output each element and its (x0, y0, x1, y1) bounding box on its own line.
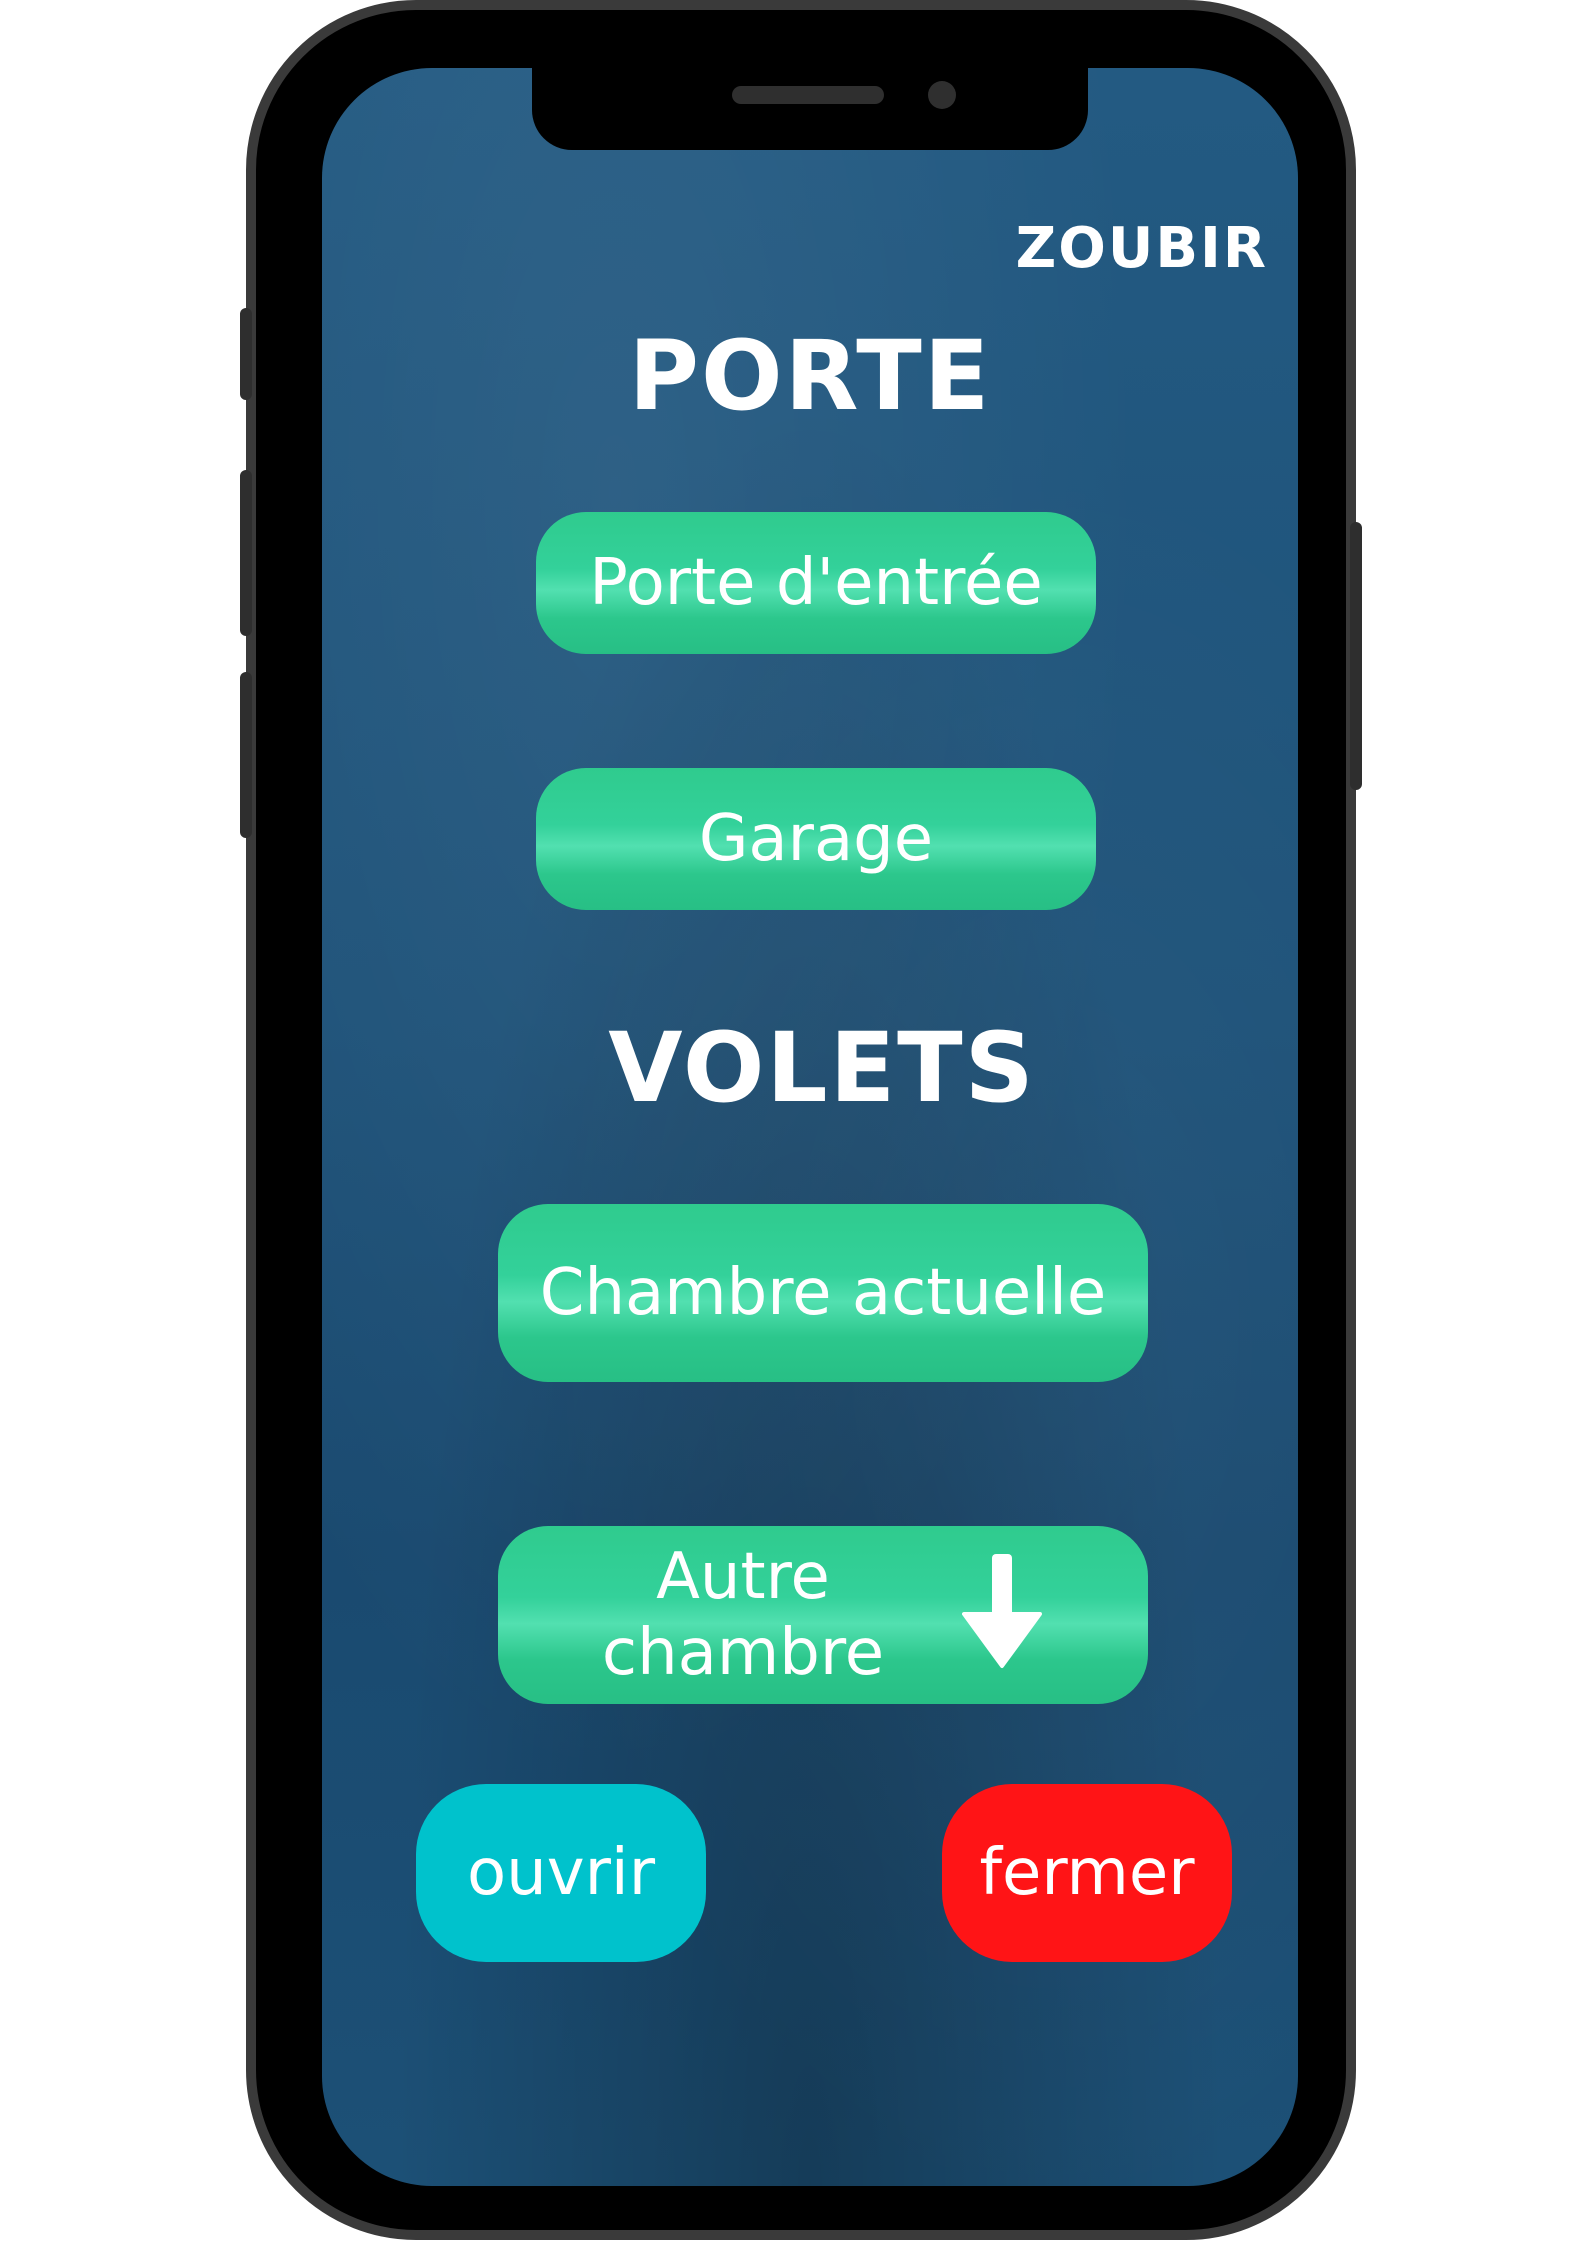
volume-down-button (240, 672, 252, 838)
speaker-grille (732, 86, 884, 104)
front-camera (928, 81, 956, 109)
other-room-line2: chambre (601, 1616, 885, 1690)
power-button (1350, 522, 1362, 790)
current-room-button[interactable]: Chambre actuelle (498, 1204, 1148, 1382)
porte-title: PORTE (628, 320, 992, 432)
volume-up-button (240, 470, 252, 636)
other-room-label: Autre chambre (598, 1539, 888, 1691)
close-button[interactable]: fermer (942, 1784, 1232, 1962)
other-room-line1: Autre (656, 1540, 830, 1614)
notch (532, 68, 1088, 150)
garage-button[interactable]: Garage (536, 768, 1096, 910)
silent-switch (240, 308, 252, 400)
open-button[interactable]: ouvrir (416, 1784, 706, 1962)
phone-frame: ZOUBIR PORTE Porte d'entrée Garage VOLET… (240, 0, 1362, 2240)
volets-title: VOLETS (608, 1012, 1036, 1124)
other-room-button[interactable]: Autre chambre (498, 1526, 1148, 1704)
front-door-button[interactable]: Porte d'entrée (536, 512, 1096, 654)
user-name: ZOUBIR (1015, 216, 1268, 281)
app-screen: ZOUBIR PORTE Porte d'entrée Garage VOLET… (322, 68, 1298, 2186)
arrow-down-icon (962, 1554, 1042, 1668)
